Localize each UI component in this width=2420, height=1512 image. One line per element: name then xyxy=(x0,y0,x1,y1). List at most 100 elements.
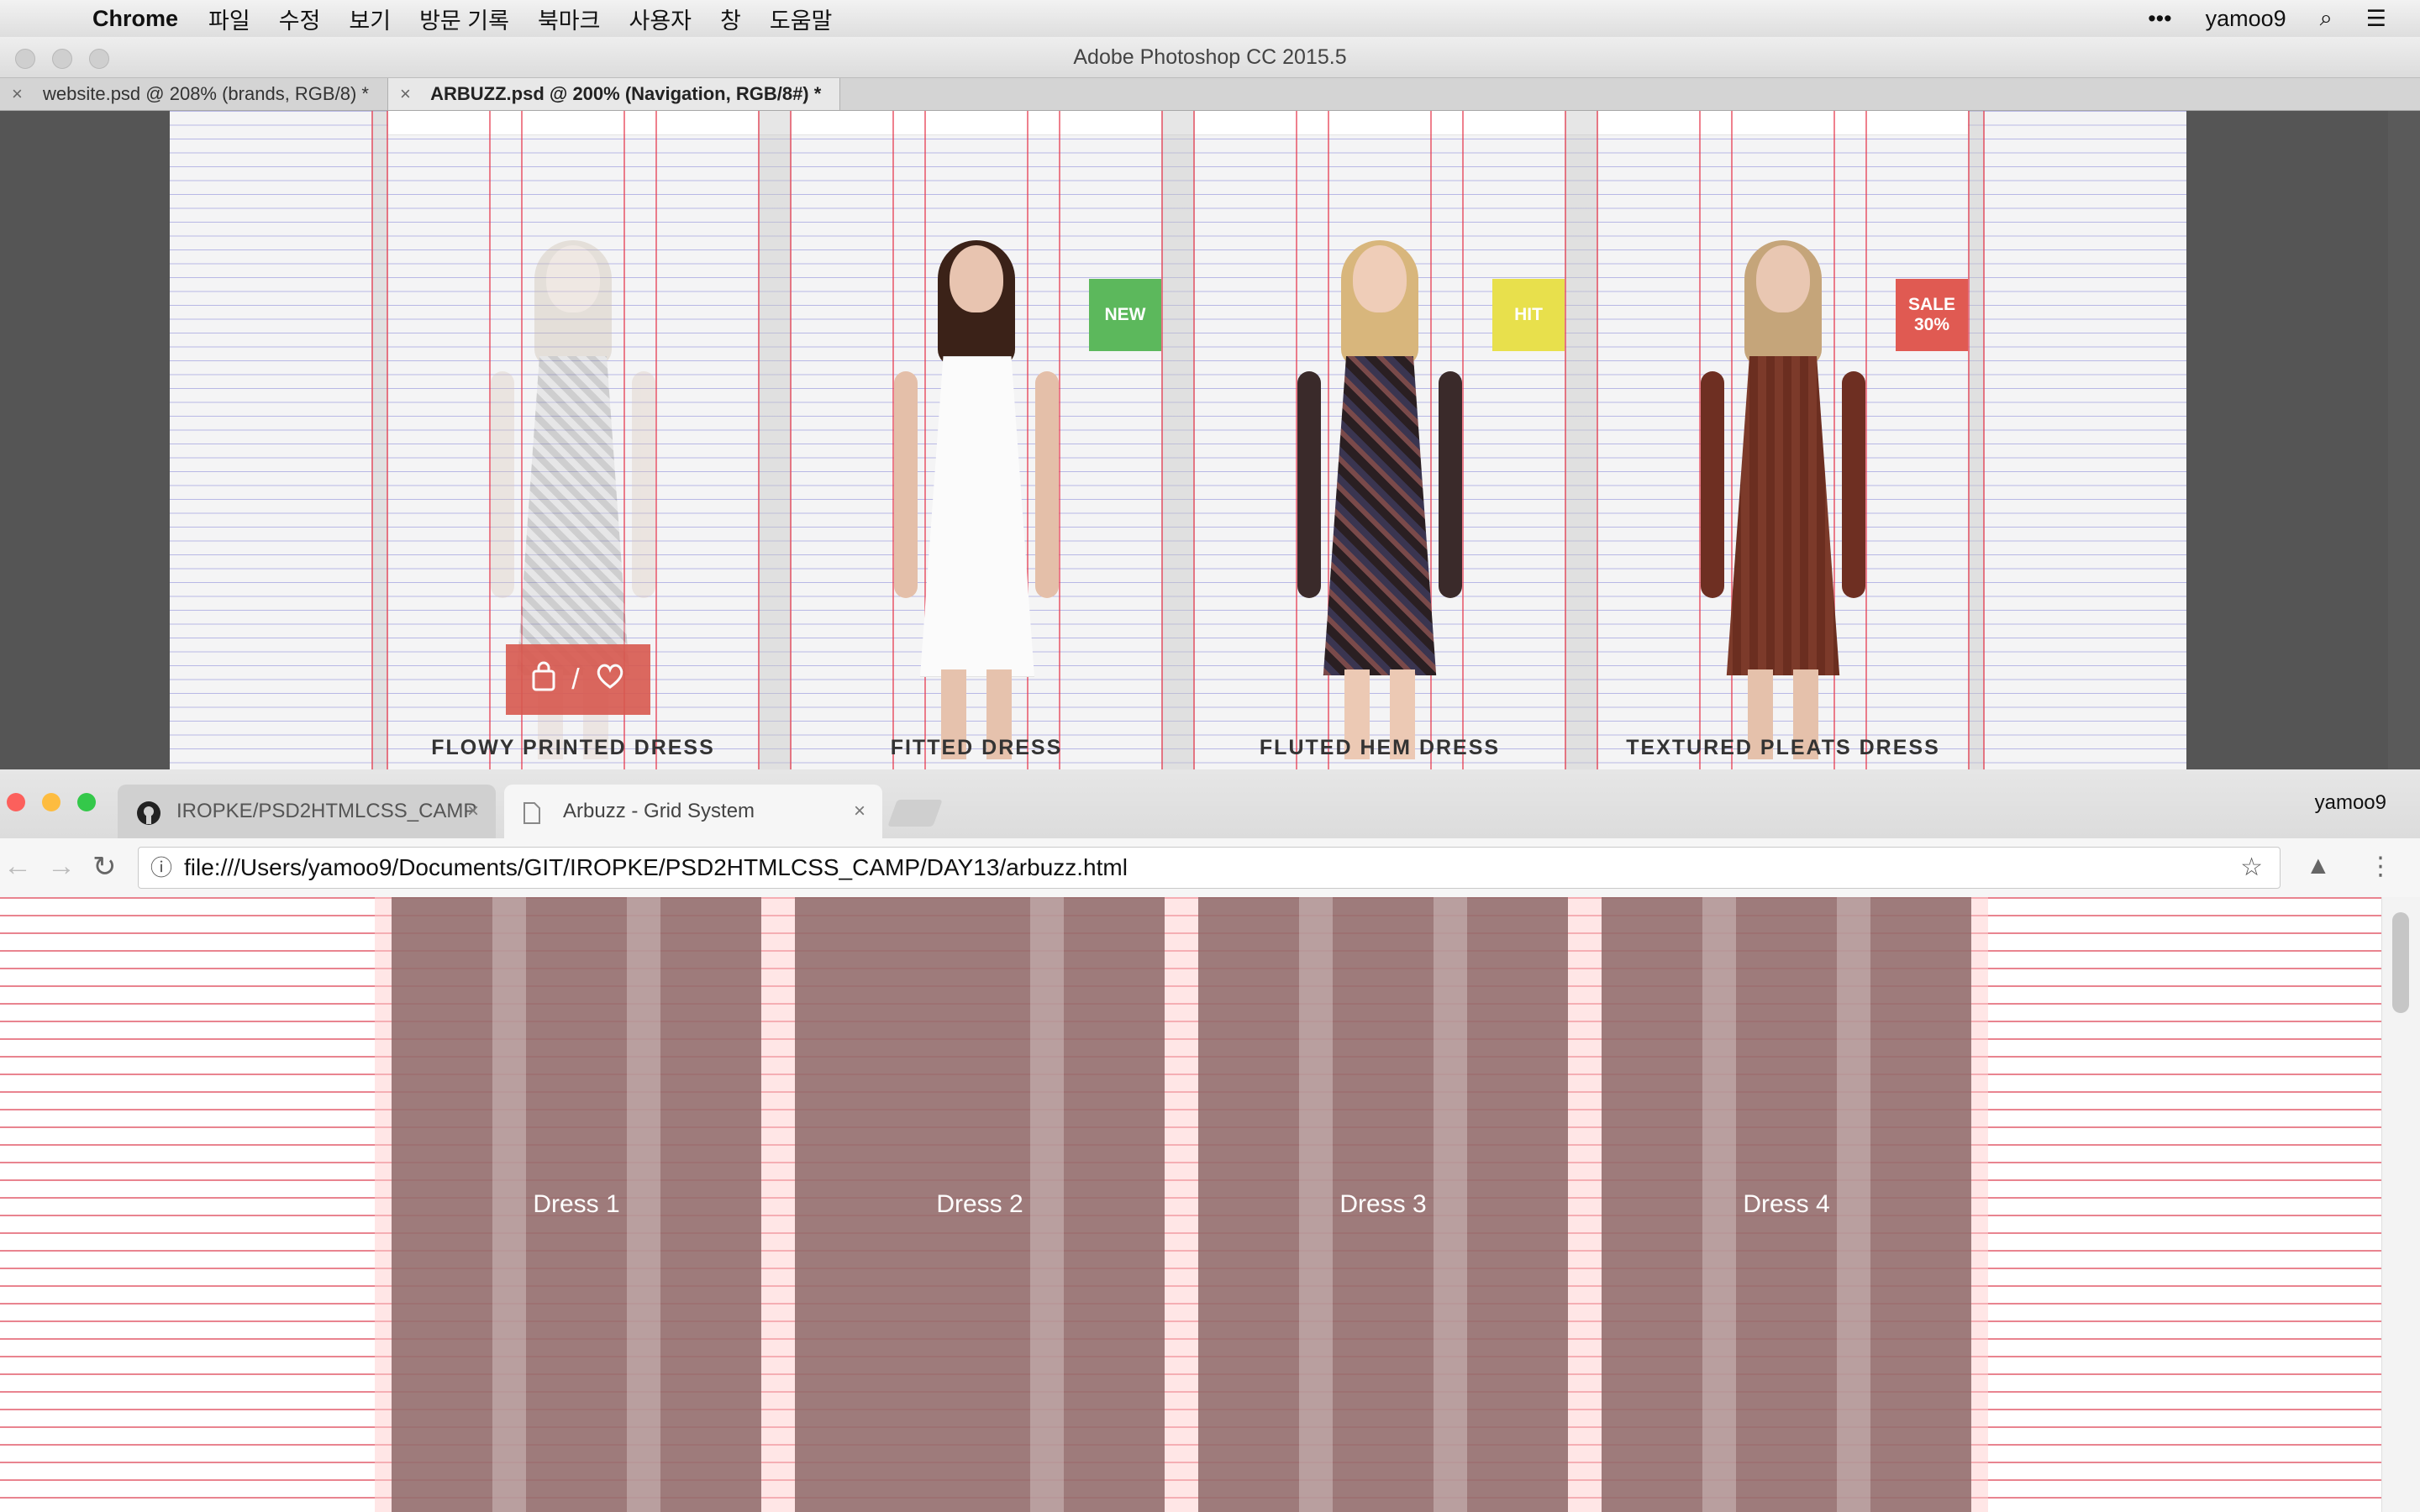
guide-line xyxy=(1161,111,1163,769)
minimize-window-button[interactable] xyxy=(42,793,60,811)
photoshop-title: Adobe Photoshop CC 2015.5 xyxy=(1073,45,1347,69)
psd-document[interactable]: / FLOWY PRINTED DRESS NEW FITTED DRESS H… xyxy=(170,111,2186,769)
tab-label: Arbuzz - Grid System xyxy=(563,800,755,822)
extension-icon[interactable]: ▲ xyxy=(2306,852,2331,880)
menu-window[interactable]: 창 xyxy=(720,3,741,35)
zoom-window-button[interactable] xyxy=(77,793,96,811)
menu-history[interactable]: 방문 기록 xyxy=(419,3,509,35)
bookmark-star-icon[interactable]: ☆ xyxy=(2240,848,2263,888)
heart-icon[interactable] xyxy=(595,663,625,697)
close-tab-icon[interactable]: × xyxy=(467,785,479,838)
address-bar[interactable]: ⓘ file:///Users/yamoo9/Documents/GIT/IRO… xyxy=(138,847,2281,889)
guide-line xyxy=(371,111,373,769)
close-tab-icon[interactable]: × xyxy=(400,83,411,104)
product-name: FLOWY PRINTED DRESS xyxy=(431,736,715,759)
close-window-button[interactable] xyxy=(15,49,35,69)
grid-subgutter xyxy=(1299,897,1333,1512)
guide-line xyxy=(1968,111,1970,769)
sale-badge: SALE 30% xyxy=(1896,279,1968,351)
guide-line xyxy=(1565,111,1566,769)
menubar-status: ••• yamoo9 ⌕ ☰ xyxy=(2148,0,2420,37)
chrome-menu-icon[interactable]: ⋮ xyxy=(2368,852,2393,881)
photoshop-titlebar: Adobe Photoshop CC 2015.5 xyxy=(0,37,2420,78)
site-info-icon[interactable]: ⓘ xyxy=(150,848,172,888)
menu-view[interactable]: 보기 xyxy=(349,3,391,35)
forward-icon[interactable]: → xyxy=(47,850,76,883)
grid-subgutter xyxy=(1702,897,1736,1512)
column-label: Dress 1 xyxy=(533,1190,620,1218)
product-card[interactable]: HIT FLUTED HEM DRESS xyxy=(1195,161,1565,769)
product-name: FLUTED HEM DRESS xyxy=(1259,736,1501,759)
mac-menubar: Chrome 파일 수정 보기 방문 기록 북마크 사용자 창 도움말 ••• … xyxy=(0,0,2420,38)
spotlight-search-icon[interactable]: ⌕ xyxy=(2320,5,2333,32)
grid-column-dress-4: Dress 4 xyxy=(1602,897,1971,1512)
url-text[interactable]: file:///Users/yamoo9/Documents/GIT/IROPK… xyxy=(184,854,1128,880)
doc-tab-arbuzz[interactable]: × ARBUZZ.psd @ 200% (Navigation, RGB/8#)… xyxy=(387,78,841,110)
menubar-user[interactable]: yamoo9 xyxy=(2206,6,2286,32)
product-name: FITTED DRESS xyxy=(890,736,1063,759)
grid-subgutter xyxy=(1030,897,1064,1512)
tab-github-repo[interactable]: IROPKE/PSD2HTMLCSS_CAMP × xyxy=(118,785,496,838)
guide-line xyxy=(758,111,760,769)
chrome-toolbar: ← → ↻ ⓘ file:///Users/yamoo9/Documents/G… xyxy=(0,838,2420,898)
grid-column-dress-3: Dress 3 xyxy=(1198,897,1568,1512)
cart-wishlist-overlay[interactable]: / xyxy=(506,644,650,715)
column-label: Dress 4 xyxy=(1743,1190,1830,1218)
column-label: Dress 3 xyxy=(1339,1190,1427,1218)
product-image xyxy=(1699,240,1867,759)
grid-gutter xyxy=(1165,897,1198,1512)
photoshop-document-tabs: × website.psd @ 208% (brands, RGB/8) * ×… xyxy=(0,78,2420,111)
gutter-band xyxy=(758,111,792,769)
page-scrollbar[interactable] xyxy=(2381,897,2420,1512)
grid-subgutter xyxy=(492,897,526,1512)
doc-tab-label: website.psd @ 208% (brands, RGB/8) * xyxy=(42,83,369,104)
close-tab-icon[interactable]: × xyxy=(12,83,23,104)
doc-tab-website[interactable]: × website.psd @ 208% (brands, RGB/8) * xyxy=(0,78,388,110)
page-viewport[interactable]: Dress 1 Dress 2 Dress 3 Dress 4 xyxy=(0,897,2381,1512)
doc-tab-label: ARBUZZ.psd @ 200% (Navigation, RGB/8#) * xyxy=(430,83,822,104)
grid-subgutter xyxy=(627,897,660,1512)
sale-badge-percent: 30% xyxy=(1913,315,1950,334)
grid-gutter xyxy=(761,897,795,1512)
chrome-window: IROPKE/PSD2HTMLCSS_CAMP × Arbuzz - Grid … xyxy=(0,769,2420,1512)
more-icon[interactable]: ••• xyxy=(2148,6,2171,32)
tab-arbuzz-grid[interactable]: Arbuzz - Grid System × xyxy=(504,785,882,838)
new-tab-button[interactable] xyxy=(887,800,943,827)
gutter-band xyxy=(1161,111,1195,769)
menu-bookmarks[interactable]: 북마크 xyxy=(538,3,601,35)
product-image xyxy=(1296,240,1464,759)
scrollbar-thumb[interactable] xyxy=(2392,912,2409,1013)
menu-help[interactable]: 도움말 xyxy=(770,3,833,35)
grid-gutter xyxy=(375,897,392,1512)
notification-list-icon[interactable]: ☰ xyxy=(2366,6,2386,32)
menu-file[interactable]: 파일 xyxy=(208,3,250,35)
grid-column-dress-1: Dress 1 xyxy=(392,897,761,1512)
guide-line xyxy=(1983,111,1985,769)
product-card[interactable]: / FLOWY PRINTED DRESS xyxy=(388,161,758,769)
app-menu-chrome[interactable]: Chrome xyxy=(92,6,178,32)
column-label: Dress 2 xyxy=(936,1190,1023,1218)
grid-gutter xyxy=(1971,897,1988,1512)
photoshop-canvas-area[interactable]: / FLOWY PRINTED DRESS NEW FITTED DRESS H… xyxy=(0,111,2420,769)
zoom-window-button[interactable] xyxy=(89,49,109,69)
grid-subgutter xyxy=(1837,897,1870,1512)
close-tab-icon[interactable]: × xyxy=(854,785,865,838)
menu-people[interactable]: 사용자 xyxy=(629,3,692,35)
product-card[interactable]: NEW FITTED DRESS xyxy=(792,161,1161,769)
photoshop-scrollbar[interactable] xyxy=(2388,111,2420,769)
gutter-band xyxy=(1565,111,1598,769)
shopping-bag-icon[interactable] xyxy=(531,661,556,699)
product-name: TEXTURED PLEATS DRESS xyxy=(1626,736,1940,759)
new-badge: NEW xyxy=(1089,279,1161,351)
chrome-profile-name[interactable]: yamoo9 xyxy=(2315,791,2386,815)
menu-edit[interactable]: 수정 xyxy=(279,3,321,35)
minimize-window-button[interactable] xyxy=(52,49,72,69)
github-icon xyxy=(136,785,161,838)
close-window-button[interactable] xyxy=(7,793,25,811)
reload-icon[interactable]: ↻ xyxy=(92,850,117,884)
chrome-tabstrip: IROPKE/PSD2HTMLCSS_CAMP × Arbuzz - Grid … xyxy=(0,769,2420,838)
back-icon[interactable]: ← xyxy=(3,850,32,883)
tab-label: IROPKE/PSD2HTMLCSS_CAMP xyxy=(176,800,477,822)
product-image xyxy=(892,240,1060,759)
product-card[interactable]: SALE 30% TEXTURED PLEATS DRESS xyxy=(1598,161,1968,769)
